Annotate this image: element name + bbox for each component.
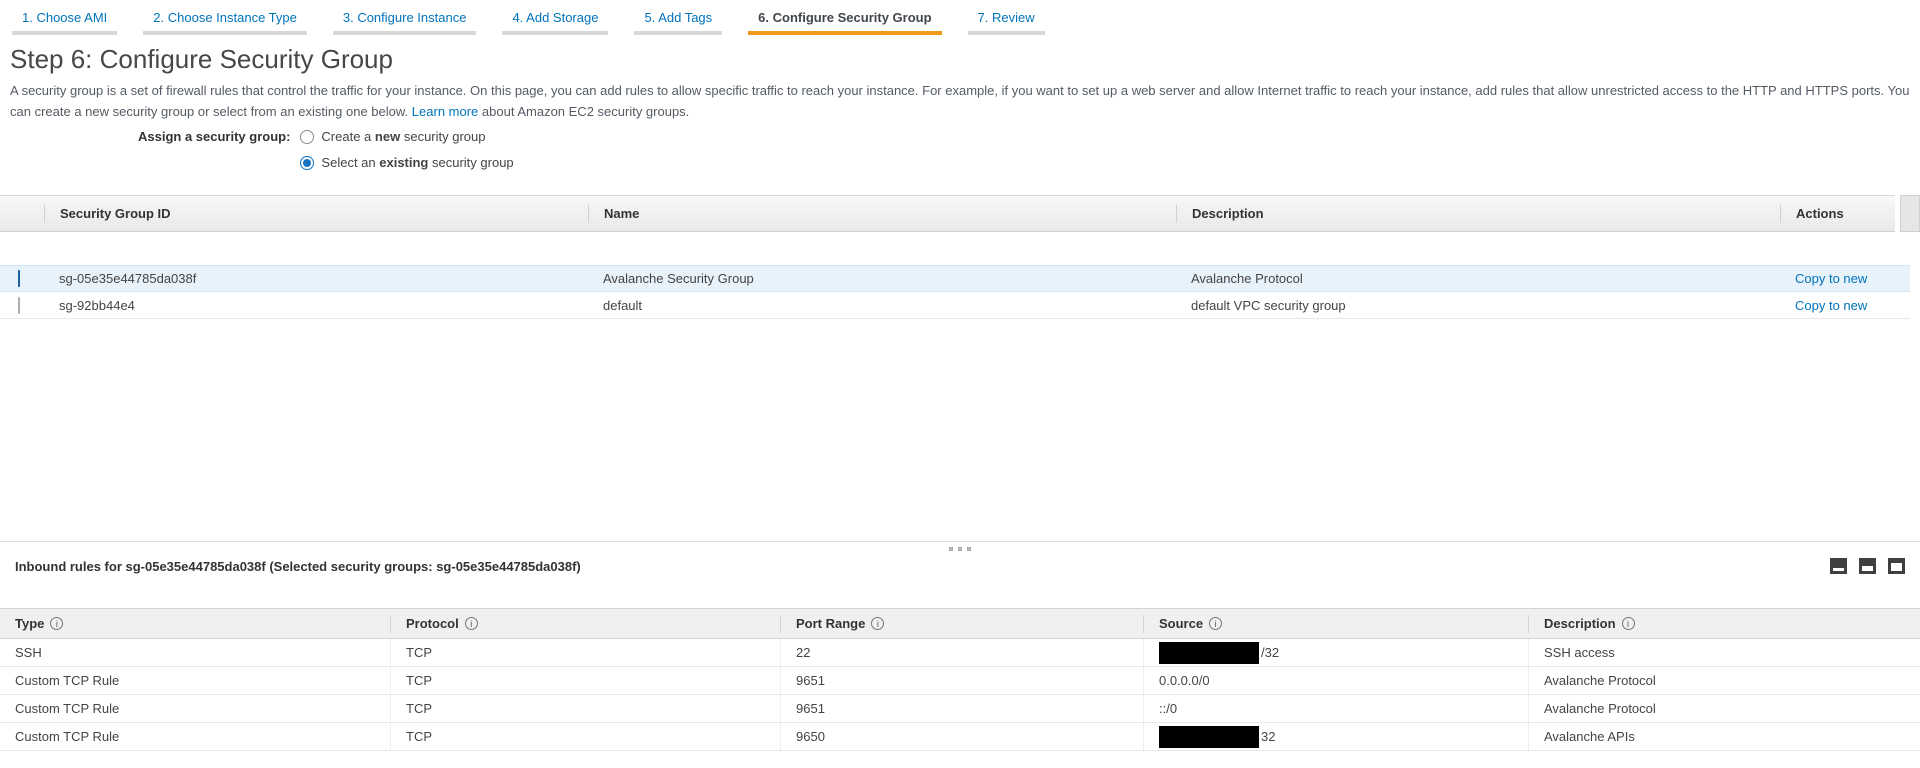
security-group-description: Avalanche Protocol — [1176, 271, 1780, 286]
rule-protocol: TCP — [390, 639, 780, 666]
security-group-row-avalanche[interactable]: sg-05e35e44785da038f Avalanche Security … — [0, 265, 1910, 292]
rule-protocol: TCP — [390, 667, 780, 694]
rule-port-range: 9650 — [780, 723, 1143, 750]
tab-configure-instance[interactable]: 3. Configure Instance — [333, 8, 477, 35]
security-groups-table: Security Group ID Name Description Actio… — [0, 195, 1920, 319]
rule-type: Custom TCP Rule — [0, 723, 390, 750]
rule-description: Avalanche APIs — [1528, 723, 1920, 750]
inbound-rules-titlebar: Inbound rules for sg-05e35e44785da038f (… — [15, 555, 1905, 577]
inbound-rule-row: Custom TCP Rule TCP 9651 ::/0 Avalanche … — [0, 695, 1920, 723]
security-group-id: sg-05e35e44785da038f — [44, 271, 588, 286]
security-group-description: default VPC security group — [1176, 298, 1780, 313]
redacted-ip-block — [1159, 642, 1259, 664]
radio-select-existing-group[interactable]: Select an existing security group — [300, 154, 513, 172]
radio-selected-icon[interactable] — [300, 156, 314, 170]
rule-description: SSH access — [1528, 639, 1920, 666]
security-group-name: default — [588, 298, 1176, 313]
rule-source: ::/0 — [1143, 695, 1528, 722]
info-icon[interactable] — [1209, 617, 1222, 630]
tab-add-storage[interactable]: 4. Add Storage — [502, 8, 608, 35]
rule-source-suffix: 32 — [1261, 729, 1275, 744]
column-header-description: Description — [1528, 615, 1920, 633]
description-suffix: about Amazon EC2 security groups. — [482, 104, 689, 119]
column-header-source-label: Source — [1159, 616, 1203, 631]
column-header-description-label: Description — [1544, 616, 1616, 631]
inbound-rules-table-header: Type Protocol Port Range Source Descript… — [0, 608, 1920, 639]
description-text: A security group is a set of firewall ru… — [10, 83, 1909, 119]
info-icon[interactable] — [871, 617, 884, 630]
inbound-rule-row: Custom TCP Rule TCP 9650 32 Avalanche AP… — [0, 723, 1920, 751]
pane-layout-small-icon[interactable] — [1830, 558, 1847, 574]
rule-protocol: TCP — [390, 695, 780, 722]
column-header-source: Source — [1143, 615, 1528, 633]
radio-label-bold: existing — [379, 154, 428, 172]
info-icon[interactable] — [1622, 617, 1635, 630]
column-header-protocol: Protocol — [390, 615, 780, 633]
pane-layout-half-icon[interactable] — [1859, 558, 1876, 574]
rule-port-range: 22 — [780, 639, 1143, 666]
radio-label-prefix: Create a — [321, 128, 371, 146]
rule-type: Custom TCP Rule — [0, 695, 390, 722]
wizard-steps-nav: 1. Choose AMI 2. Choose Instance Type 3.… — [12, 8, 1045, 35]
radio-create-new-group[interactable]: Create a new security group — [300, 128, 513, 146]
radio-label-bold: new — [375, 128, 400, 146]
learn-more-link[interactable]: Learn more — [412, 104, 478, 119]
assign-security-group-section: Assign a security group: Create a new se… — [138, 128, 514, 180]
radio-label-prefix: Select an — [321, 154, 375, 172]
rule-protocol: TCP — [390, 723, 780, 750]
column-header-type-label: Type — [15, 616, 44, 631]
tab-add-tags[interactable]: 5. Add Tags — [634, 8, 722, 35]
security-group-name: Avalanche Security Group — [588, 271, 1176, 286]
tab-choose-instance-type[interactable]: 2. Choose Instance Type — [143, 8, 307, 35]
checkbox-checked-icon[interactable] — [18, 270, 20, 287]
tab-choose-ami[interactable]: 1. Choose AMI — [12, 8, 117, 35]
rule-port-range: 9651 — [780, 695, 1143, 722]
radio-label-suffix: security group — [404, 128, 486, 146]
assign-options: Create a new security group Select an ex… — [300, 128, 513, 180]
checkbox-column-header — [0, 205, 44, 223]
inbound-rule-row: SSH TCP 22 /32 SSH access — [0, 639, 1920, 667]
security-groups-table-header: Security Group ID Name Description Actio… — [0, 195, 1920, 232]
rule-description: Avalanche Protocol — [1528, 695, 1920, 722]
pane-layout-large-icon[interactable] — [1888, 558, 1905, 574]
rule-description: Avalanche Protocol — [1528, 667, 1920, 694]
inbound-rules-table: Type Protocol Port Range Source Descript… — [0, 608, 1920, 751]
redacted-ip-block — [1159, 726, 1259, 748]
page-title: Step 6: Configure Security Group — [10, 44, 393, 75]
column-header-name: Name — [588, 205, 1176, 223]
checkbox-unchecked-icon[interactable] — [18, 297, 20, 314]
copy-to-new-link[interactable]: Copy to new — [1795, 298, 1867, 313]
page-description: A security group is a set of firewall ru… — [10, 80, 1915, 122]
column-header-security-group-id: Security Group ID — [44, 205, 588, 223]
pane-layout-controls — [1830, 558, 1905, 574]
column-header-port-range-label: Port Range — [796, 616, 865, 631]
radio-unselected-icon[interactable] — [300, 130, 314, 144]
rule-source: /32 — [1143, 639, 1528, 666]
copy-to-new-link[interactable]: Copy to new — [1795, 271, 1867, 286]
rule-source-suffix: /32 — [1261, 645, 1279, 660]
rule-source: 32 — [1143, 723, 1528, 750]
assign-security-group-label: Assign a security group: — [138, 128, 290, 146]
info-icon[interactable] — [50, 617, 63, 630]
column-header-actions: Actions — [1780, 205, 1895, 223]
rule-source: 0.0.0.0/0 — [1143, 667, 1528, 694]
rule-type: SSH — [0, 639, 390, 666]
drag-handle-icon[interactable] — [949, 547, 971, 551]
radio-label-suffix: security group — [432, 154, 514, 172]
tab-review[interactable]: 7. Review — [968, 8, 1045, 35]
security-group-id: sg-92bb44e4 — [44, 298, 588, 313]
info-icon[interactable] — [465, 617, 478, 630]
tab-configure-security-group[interactable]: 6. Configure Security Group — [748, 8, 941, 35]
rule-port-range: 9651 — [780, 667, 1143, 694]
inbound-rules-title: Inbound rules for sg-05e35e44785da038f (… — [15, 559, 581, 574]
column-header-description: Description — [1176, 205, 1780, 223]
column-header-type: Type — [0, 615, 390, 633]
scrollbar-stub[interactable] — [1900, 195, 1920, 232]
column-header-protocol-label: Protocol — [406, 616, 459, 631]
inbound-rule-row: Custom TCP Rule TCP 9651 0.0.0.0/0 Avala… — [0, 667, 1920, 695]
rule-type: Custom TCP Rule — [0, 667, 390, 694]
column-header-port-range: Port Range — [780, 615, 1143, 633]
security-group-row-default[interactable]: sg-92bb44e4 default default VPC security… — [0, 292, 1910, 319]
panel-splitter[interactable] — [0, 541, 1920, 551]
